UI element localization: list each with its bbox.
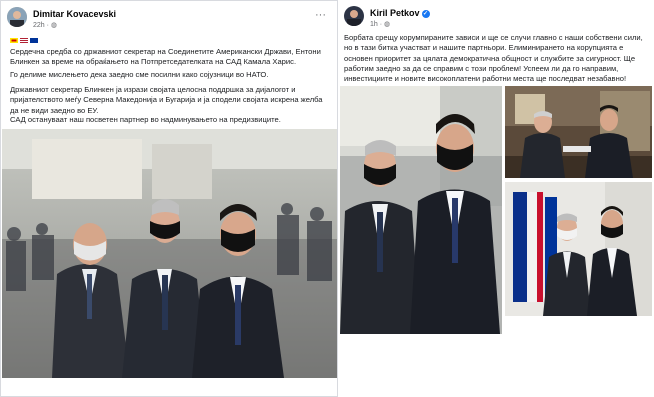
post-photo[interactable] (2, 129, 337, 378)
us-flag-icon (19, 37, 28, 43)
globe-icon: · ◍ (379, 21, 391, 28)
post-photo-tertiary[interactable] (505, 182, 652, 316)
author-avatar[interactable] (344, 6, 364, 26)
post-photo-secondary[interactable] (505, 86, 652, 178)
post-meta: 1h · ◍ (370, 20, 390, 28)
post-time[interactable]: 22h (33, 22, 45, 29)
globe-icon: · ◍ (46, 22, 58, 29)
post-paragraph: Сердечна средба со државниот секретар на… (10, 47, 321, 67)
post-paragraph: Го делиме мислењето дека заедно сме поси… (10, 70, 269, 79)
author-name[interactable]: Dimitar Kovacevski (33, 9, 116, 19)
post-header: Kiril Petkov ✓ 1h · ◍ (338, 0, 654, 30)
post-paragraph: Државниот секретар Блинкен ја изрази сво… (10, 85, 323, 115)
post-photo-main[interactable] (340, 86, 502, 334)
flag-row (10, 37, 38, 44)
author-avatar[interactable] (7, 7, 27, 27)
post-paragraph: САД остануваат наш посветен партнер во н… (10, 115, 281, 124)
left-post: Dimitar Kovacevski 22h · ◍ ··· Сердечна … (0, 0, 338, 397)
author-name-row: Kiril Petkov ✓ (370, 8, 430, 18)
post-header: Dimitar Kovacevski 22h · ◍ ··· (1, 1, 337, 31)
right-post: Kiril Petkov ✓ 1h · ◍ Борбата срещу корум… (338, 0, 654, 397)
author-name[interactable]: Kiril Petkov (370, 8, 420, 18)
more-options-icon[interactable]: ··· (315, 9, 326, 21)
post-time[interactable]: 1h (370, 21, 378, 28)
verified-badge-icon: ✓ (421, 9, 430, 18)
mk-flag-icon (10, 37, 18, 43)
post-meta: 22h · ◍ (33, 21, 57, 29)
eu-flag-icon (29, 37, 38, 43)
post-text: Борбата срещу корумпираните зависи и ще … (344, 33, 643, 84)
